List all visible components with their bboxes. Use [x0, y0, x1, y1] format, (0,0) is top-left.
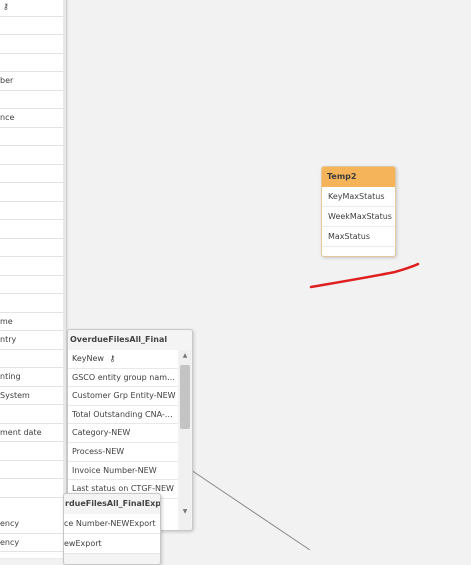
left-table-row-label: ment date [0, 427, 42, 437]
left-table-row[interactable]: ber [0, 72, 66, 91]
left-table-row[interactable] [0, 54, 66, 72]
left-table-row[interactable] [0, 35, 66, 54]
left-table-row[interactable] [0, 294, 66, 313]
red-annotation-stroke [309, 262, 420, 289]
left-table-row-label: nce [0, 113, 15, 122]
temp2-table[interactable]: Temp2 KeyMaxStatus WeekMaxStatus MaxStat… [321, 166, 396, 257]
left-table-row[interactable]: System [0, 387, 66, 405]
overdue-final-field-label: KeyNew [72, 354, 104, 363]
chevron-down-icon[interactable]: ▼ [182, 508, 188, 516]
left-table[interactable]: ⚷ ber nce me ntry nting System ment date… [0, 0, 67, 558]
left-table-row[interactable] [0, 183, 66, 202]
temp2-field[interactable]: WeekMaxStatus [322, 207, 395, 227]
left-table-row[interactable]: nce [0, 109, 66, 128]
chevron-up-icon[interactable]: ▲ [182, 352, 188, 360]
overdue-final-field[interactable]: Invoice Number-NEW [68, 462, 178, 481]
association-line [190, 469, 311, 550]
overdue-final-field[interactable]: KeyNew ⚷ [68, 350, 178, 369]
key-icon: ⚷ [109, 354, 116, 363]
overdue-export-field[interactable]: ewExport [64, 534, 160, 554]
left-table-row[interactable]: ⚷ [0, 0, 66, 17]
left-table-row[interactable] [0, 350, 66, 368]
left-table-row-label: ber [0, 76, 14, 85]
left-table-row[interactable] [0, 146, 66, 165]
left-table-row[interactable]: ency [0, 534, 66, 552]
key-icon: ⚷ [3, 2, 9, 11]
temp2-field[interactable]: KeyMaxStatus [322, 187, 395, 207]
overdue-export-field[interactable]: ce Number-NEWExport [64, 514, 160, 534]
overdue-final-title[interactable]: OverdueFilesAll_Final [68, 330, 192, 350]
left-table-row[interactable] [0, 257, 66, 276]
overdue-export-title[interactable]: rdueFilesAll_FinalExport [64, 494, 160, 514]
left-table-row[interactable] [0, 479, 66, 498]
left-table-row[interactable]: ment date [0, 424, 66, 442]
left-table-row-label: System [0, 390, 30, 400]
temp2-table-title[interactable]: Temp2 [322, 167, 395, 187]
left-table-row[interactable] [0, 17, 66, 35]
left-table-row-label: ntry [0, 335, 17, 344]
overdue-final-field[interactable]: GSCO entity group nam… [68, 369, 178, 388]
left-table-row[interactable] [0, 202, 66, 220]
overdue-final-field[interactable]: Category-NEW [68, 424, 178, 443]
left-table-row[interactable] [0, 239, 66, 257]
left-table-scrollbar[interactable] [63, 0, 66, 558]
overdue-final-field[interactable]: Process-NEW [68, 443, 178, 462]
overdue-export-table[interactable]: rdueFilesAll_FinalExport ce Number-NEWEx… [63, 493, 161, 565]
left-table-row-label: ency [0, 537, 20, 547]
overdue-final-field[interactable]: Total Outstanding CNA-… [68, 406, 178, 425]
left-table-row[interactable] [0, 220, 66, 239]
left-table-row[interactable] [0, 128, 66, 146]
left-table-row-label: nting [0, 372, 21, 381]
left-table-row[interactable]: ency [0, 515, 66, 534]
left-table-row[interactable] [0, 91, 66, 109]
left-table-row[interactable] [0, 461, 66, 479]
temp2-field[interactable]: MaxStatus [322, 227, 395, 247]
left-table-row[interactable] [0, 405, 66, 424]
left-table-row[interactable] [0, 276, 66, 294]
overdue-final-field[interactable]: Customer Grp Entity-NEW [68, 387, 178, 406]
left-table-row[interactable]: ntry [0, 331, 66, 350]
left-table-row-label: me [0, 316, 13, 326]
left-table-row[interactable]: me [0, 313, 66, 331]
left-table-row[interactable]: nting [0, 368, 66, 387]
scrollbar-thumb[interactable] [180, 365, 190, 429]
left-table-row[interactable] [0, 165, 66, 183]
left-table-row[interactable] [0, 442, 66, 461]
overdue-final-scrollbar[interactable]: ▲ ▼ [179, 350, 191, 530]
left-table-row-label: ency [0, 519, 20, 528]
